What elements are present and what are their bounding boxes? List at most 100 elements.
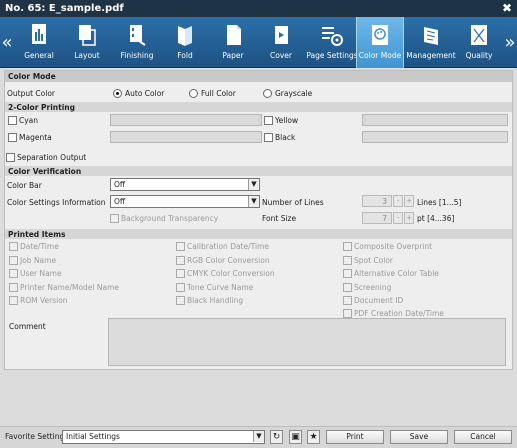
separation-output-checkbox[interactable] <box>6 153 15 162</box>
tab-layout[interactable]: Layout <box>64 17 110 68</box>
close-icon[interactable]: ✖ <box>502 1 512 15</box>
chevron-down-icon: ▼ <box>253 431 264 442</box>
tab-label: Cover <box>270 51 292 60</box>
font-size-minus-button[interactable]: - <box>393 212 403 224</box>
auto-color-label: Auto Color <box>125 89 165 98</box>
black-field[interactable] <box>362 131 508 143</box>
fold-icon <box>178 26 192 46</box>
favorite-star-icon[interactable]: ★ <box>307 430 320 444</box>
favorite-setting-value: Initial Settings <box>66 432 120 441</box>
cyan-checkbox[interactable] <box>8 116 17 125</box>
management-icon <box>424 27 438 45</box>
spot-color-label: Spot Color <box>354 256 394 265</box>
tab-paper[interactable]: Paper <box>210 17 256 68</box>
font-size-label: Font Size <box>262 214 297 223</box>
pdf-creation-date-checkbox[interactable] <box>343 309 352 318</box>
printer-name-checkbox[interactable] <box>9 283 18 292</box>
date-time-checkbox[interactable] <box>9 242 18 251</box>
cmyk-conversion-label: CMYK Color Conversion <box>187 269 275 278</box>
color-settings-value: Off <box>114 197 126 206</box>
font-size-plus-button[interactable]: + <box>404 212 414 224</box>
window-title: No. 65: E_sample.pdf <box>5 3 124 14</box>
tab-label: Page Settings <box>306 51 358 60</box>
font-size-range-label: pt [4...36] <box>417 214 455 223</box>
printed-items-heading: Printed Items <box>5 229 512 239</box>
grayscale-label: Grayscale <box>275 89 313 98</box>
screening-label: Screening <box>354 283 392 292</box>
tab-scroll-left-icon[interactable]: « <box>0 17 14 68</box>
alternative-color-table-label: Alternative Color Table <box>354 269 439 278</box>
magenta-checkbox[interactable] <box>8 133 17 142</box>
black-handling-label: Black Handling <box>187 296 244 305</box>
composite-overprint-checkbox[interactable] <box>343 242 352 251</box>
yellow-field[interactable] <box>362 114 508 126</box>
yellow-label: Yellow <box>275 116 299 125</box>
magenta-field[interactable] <box>110 131 262 143</box>
background-transparency-checkbox[interactable] <box>110 214 119 223</box>
favorite-setting-select[interactable]: Initial Settings ▼ <box>62 430 265 444</box>
tab-color-mode[interactable]: Color Mode <box>356 17 404 68</box>
tab-fold[interactable]: Fold <box>163 17 207 68</box>
tab-cover[interactable]: Cover <box>258 17 304 68</box>
cancel-button[interactable]: Cancel <box>454 430 512 444</box>
job-name-checkbox[interactable] <box>9 256 18 265</box>
settings-panel: Color Mode Output Color Auto Color Full … <box>4 70 513 370</box>
document-id-checkbox[interactable] <box>343 296 352 305</box>
number-of-lines-value[interactable]: 3 <box>362 195 392 207</box>
save-button[interactable]: Save <box>390 430 448 444</box>
comment-field[interactable] <box>108 318 506 366</box>
tab-label: Finishing <box>120 51 154 60</box>
cyan-label: Cyan <box>19 116 39 125</box>
quality-icon <box>471 25 487 45</box>
tab-scroll-right-icon[interactable]: » <box>503 17 517 68</box>
rom-version-checkbox[interactable] <box>9 296 18 305</box>
refresh-icon[interactable]: ↻ <box>270 430 283 444</box>
cyan-field[interactable] <box>110 114 262 126</box>
tab-finishing[interactable]: Finishing <box>113 17 161 68</box>
screening-checkbox[interactable] <box>343 283 352 292</box>
separation-output-label: Separation Output <box>17 153 87 162</box>
chevron-down-icon: ▼ <box>248 179 259 190</box>
tab-label: Paper <box>222 51 244 60</box>
color-bar-select[interactable]: Off ▼ <box>110 178 260 191</box>
font-size-value[interactable]: 7 <box>362 212 392 224</box>
page-settings-icon <box>322 27 343 46</box>
spot-color-checkbox[interactable] <box>343 256 352 265</box>
save-favorite-icon[interactable]: ▣ <box>289 430 302 444</box>
layout-icon <box>79 25 96 46</box>
color-bar-value: Off <box>114 180 126 189</box>
printer-name-label: Printer Name/Model Name <box>20 283 120 292</box>
tab-label: Layout <box>74 51 100 60</box>
color-verification-heading: Color Verification <box>5 166 512 176</box>
yellow-checkbox[interactable] <box>264 116 273 125</box>
alternative-color-table-checkbox[interactable] <box>343 269 352 278</box>
lines-minus-button[interactable]: - <box>393 195 403 207</box>
tab-label: General <box>24 51 54 60</box>
grayscale-radio[interactable] <box>263 89 272 98</box>
rgb-conversion-checkbox[interactable] <box>176 256 185 265</box>
tone-curve-checkbox[interactable] <box>176 283 185 292</box>
lines-plus-button[interactable]: + <box>404 195 414 207</box>
auto-color-radio[interactable] <box>113 89 122 98</box>
user-name-checkbox[interactable] <box>9 269 18 278</box>
output-color-label: Output Color <box>7 89 56 98</box>
tab-label: Quality <box>465 51 493 60</box>
finishing-icon <box>130 25 146 46</box>
tab-management[interactable]: Management <box>406 17 456 68</box>
print-button[interactable]: Print <box>326 430 384 444</box>
paper-icon <box>227 25 241 45</box>
tab-general[interactable]: General <box>16 17 62 68</box>
calibration-date-checkbox[interactable] <box>176 242 185 251</box>
footer-bar: Favorite Setting Initial Settings ▼ ↻ ▣ … <box>0 426 517 448</box>
color-settings-select[interactable]: Off ▼ <box>110 195 260 208</box>
black-label: Black <box>275 133 296 142</box>
black-handling-checkbox[interactable] <box>176 296 185 305</box>
black-checkbox[interactable] <box>264 133 273 142</box>
full-color-radio[interactable] <box>189 89 198 98</box>
cmyk-conversion-checkbox[interactable] <box>176 269 185 278</box>
tab-page-settings[interactable]: Page Settings <box>306 17 358 68</box>
composite-overprint-label: Composite Overprint <box>354 242 433 251</box>
tab-label: Color Mode <box>358 51 402 60</box>
window-titlebar: No. 65: E_sample.pdf ✖ <box>0 0 517 17</box>
tab-quality[interactable]: Quality <box>456 17 502 68</box>
